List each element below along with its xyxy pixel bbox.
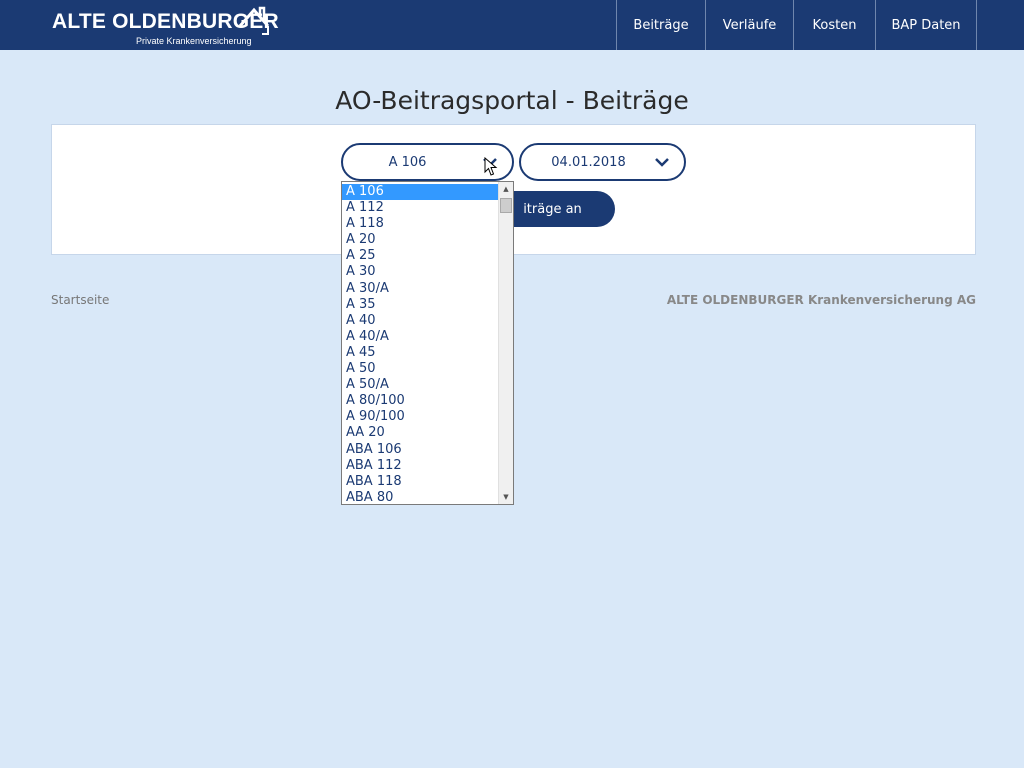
tarif-option[interactable]: A 106 xyxy=(342,184,499,201)
tarif-option[interactable]: A 30/A xyxy=(342,281,499,297)
tarif-option[interactable]: A 20 xyxy=(342,232,499,248)
tarif-option[interactable]: ABA 118 xyxy=(342,474,499,490)
tarif-options: A 106 A 112 A 118 A 20 A 25 A 30 A 30/A … xyxy=(342,184,499,504)
chevron-down-icon xyxy=(655,158,669,167)
tarif-option[interactable]: AA 20 xyxy=(342,425,499,441)
tarif-option[interactable]: A 80/100 xyxy=(342,393,499,409)
tarif-select-value: A 106 xyxy=(388,154,427,170)
tarif-option[interactable]: ABA 112 xyxy=(342,458,499,474)
nav-bap-daten[interactable]: BAP Daten xyxy=(875,0,977,50)
date-select-value: 04.01.2018 xyxy=(551,154,626,170)
tarif-option[interactable]: A 35 xyxy=(342,297,499,313)
dropdown-scrollbar[interactable]: ▲ ▼ xyxy=(498,182,513,504)
tarif-option[interactable]: A 45 xyxy=(342,345,499,361)
tarif-option[interactable]: A 40/A xyxy=(342,329,499,345)
nav-kosten[interactable]: Kosten xyxy=(793,0,875,50)
scroll-up-arrow-icon[interactable]: ▲ xyxy=(499,182,513,196)
tarif-option[interactable]: ABA 106 xyxy=(342,442,499,458)
tarif-option[interactable]: A 25 xyxy=(342,248,499,264)
tarif-option[interactable]: A 50/A xyxy=(342,377,499,393)
mouse-cursor-icon xyxy=(484,157,498,176)
tarif-option[interactable]: A 50 xyxy=(342,361,499,377)
main-nav: Beiträge Verläufe Kosten BAP Daten xyxy=(616,0,977,50)
company-name: ALTE OLDENBURGER Krankenversicherung AG xyxy=(666,293,976,307)
scroll-down-arrow-icon[interactable]: ▼ xyxy=(499,490,513,504)
logo-tagline: Private Krankenversicherung xyxy=(136,36,252,46)
tarif-option[interactable]: A 40 xyxy=(342,313,499,329)
tarif-option[interactable]: A 90/100 xyxy=(342,409,499,425)
tarif-option[interactable]: A 112 xyxy=(342,200,499,216)
logo-roof-icon xyxy=(238,6,270,35)
company-logo[interactable]: ALTE OLDENBURGER Private Krankenversiche… xyxy=(52,4,282,48)
tarif-option[interactable]: ABA 80 xyxy=(342,490,499,504)
page-title: AO-Beitragsportal - Beiträge xyxy=(335,86,689,115)
nav-beitraege[interactable]: Beiträge xyxy=(616,0,705,50)
date-select[interactable]: 04.01.2018 xyxy=(519,143,686,181)
top-navigation-bar: ALTE OLDENBURGER Private Krankenversiche… xyxy=(0,0,1024,50)
tarif-dropdown-list[interactable]: A 106 A 112 A 118 A 20 A 25 A 30 A 30/A … xyxy=(341,181,514,505)
tarif-option[interactable]: A 30 xyxy=(342,264,499,280)
nav-verlaeufe[interactable]: Verläufe xyxy=(705,0,793,50)
home-link[interactable]: Startseite xyxy=(51,293,109,307)
scrollbar-thumb[interactable] xyxy=(500,198,512,213)
tarif-option[interactable]: A 118 xyxy=(342,216,499,232)
